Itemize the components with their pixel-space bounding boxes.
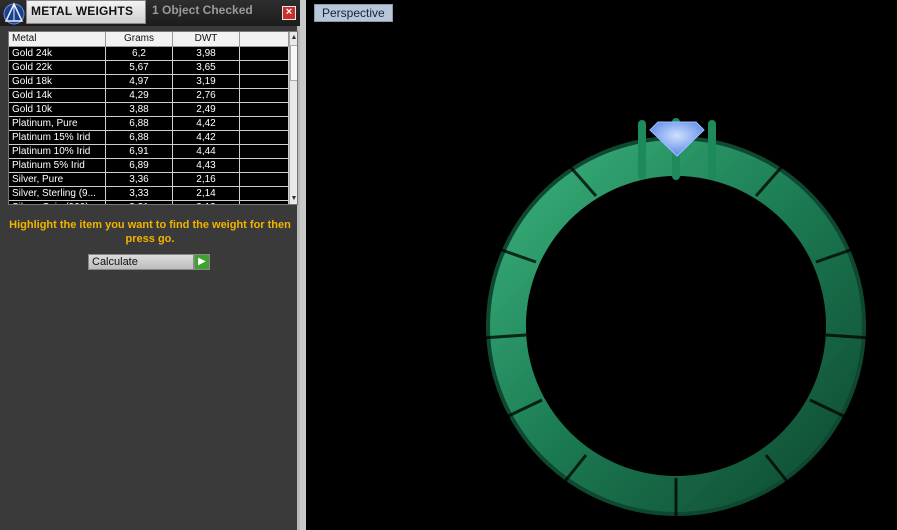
close-button[interactable]: × [282, 6, 296, 20]
header-grams[interactable]: Grams [106, 32, 173, 46]
cell-metal: Platinum 10% Irid [9, 145, 106, 158]
cell-dwt: 2,76 [173, 89, 240, 102]
cell-metal: Gold 10k [9, 103, 106, 116]
table-scrollbar[interactable]: ▲ ▼ [289, 32, 297, 204]
table-row[interactable]: Gold 10k 3,88 2,49 [9, 103, 289, 117]
metal-weights-panel: METAL WEIGHTS 1 Object Checked × Metal G… [0, 0, 300, 530]
instruction-text: Highlight the item you want to find the … [9, 219, 291, 245]
perspective-viewport[interactable]: Perspective [300, 0, 897, 530]
cell-metal: Gold 22k [9, 61, 106, 74]
panel-titlebar: METAL WEIGHTS 1 Object Checked × [0, 0, 300, 26]
cell-grams: 6,89 [106, 159, 173, 172]
cell-grams: 6,2 [106, 47, 173, 60]
cell-dwt: 2,49 [173, 103, 240, 116]
header-extra [240, 32, 289, 46]
table-row[interactable]: Platinum 15% Irid 6,88 4,42 [9, 131, 289, 145]
header-dwt[interactable]: DWT [173, 32, 240, 46]
panel-title[interactable]: METAL WEIGHTS [26, 0, 146, 24]
cell-metal: Silver, Pure [9, 173, 106, 186]
table-row[interactable]: Silver, Coin (900)3,312,13 [9, 201, 289, 204]
table-row[interactable]: Gold 24k 6,2 3,98 [9, 47, 289, 61]
cell-grams: 3,33 [106, 187, 173, 200]
checked-status: 1 Object Checked [152, 3, 253, 17]
cell-extra [240, 89, 289, 102]
scroll-thumb[interactable] [290, 45, 297, 81]
scroll-up-arrow-icon[interactable]: ▲ [290, 32, 297, 43]
table-row[interactable]: Platinum 5% Irid 6,89 4,43 [9, 159, 289, 173]
cell-dwt: 2,14 [173, 187, 240, 200]
cell-metal: Platinum, Pure [9, 117, 106, 130]
cell-dwt: 4,42 [173, 117, 240, 130]
cell-extra [240, 131, 289, 144]
cell-grams: 3,88 [106, 103, 173, 116]
cell-metal: Gold 24k [9, 47, 106, 60]
table-row[interactable]: Platinum, Pure 6,88 4,42 [9, 117, 289, 131]
cell-extra [240, 159, 289, 172]
cell-dwt: 4,42 [173, 131, 240, 144]
cell-metal: Gold 14k [9, 89, 106, 102]
cell-extra [240, 201, 289, 204]
table-row[interactable]: Gold 22k 5,67 3,65 [9, 61, 289, 75]
cell-grams: 3,31 [106, 201, 173, 204]
cell-dwt: 3,98 [173, 47, 240, 60]
cell-dwt: 2,13 [173, 201, 240, 204]
cell-dwt: 4,44 [173, 145, 240, 158]
table-row[interactable]: Gold 14k 4,29 2,76 [9, 89, 289, 103]
table-row[interactable]: Gold 18k 4,97 3,19 [9, 75, 289, 89]
cell-grams: 4,97 [106, 75, 173, 88]
cell-metal: Platinum 15% Irid [9, 131, 106, 144]
table-header: Metal Grams DWT [9, 32, 289, 47]
cell-dwt: 3,19 [173, 75, 240, 88]
cell-extra [240, 103, 289, 116]
cell-extra [240, 187, 289, 200]
cell-grams: 4,29 [106, 89, 173, 102]
cell-grams: 5,67 [106, 61, 173, 74]
cell-extra [240, 61, 289, 74]
cell-metal: Silver, Coin (900) [9, 201, 106, 204]
cell-extra [240, 47, 289, 60]
table-row[interactable]: Silver, Pure 3,36 2,16 [9, 173, 289, 187]
cell-grams: 3,36 [106, 173, 173, 186]
header-metal[interactable]: Metal [9, 32, 106, 46]
ring-band [481, 132, 871, 518]
cell-extra [240, 145, 289, 158]
cell-extra [240, 173, 289, 186]
cell-metal: Platinum 5% Irid [9, 159, 106, 172]
cell-grams: 6,88 [106, 131, 173, 144]
metal-weights-table[interactable]: Metal Grams DWT Gold 24k 6,2 3,98 Gold 22k 5… [8, 31, 298, 205]
ring-3d-model[interactable] [306, 0, 897, 530]
table-row[interactable]: Platinum 10% Irid 6,91 4,44 [9, 145, 289, 159]
cell-dwt: 4,43 [173, 159, 240, 172]
cell-grams: 6,91 [106, 145, 173, 158]
cell-grams: 6,88 [106, 117, 173, 130]
pyramid-logo-icon[interactable] [2, 1, 26, 25]
scroll-down-arrow-icon[interactable]: ▼ [290, 193, 297, 204]
cell-extra [240, 117, 289, 130]
go-button[interactable]: ▶ [194, 254, 210, 270]
table-row[interactable]: Silver, Sterling (9... 3,33 2,14 [9, 187, 289, 201]
cell-dwt: 2,16 [173, 173, 240, 186]
cell-metal: Silver, Sterling (9... [9, 187, 106, 200]
cell-extra [240, 75, 289, 88]
cell-dwt: 3,65 [173, 61, 240, 74]
calculate-dropdown[interactable]: Calculate [88, 254, 194, 270]
cell-metal: Gold 18k [9, 75, 106, 88]
